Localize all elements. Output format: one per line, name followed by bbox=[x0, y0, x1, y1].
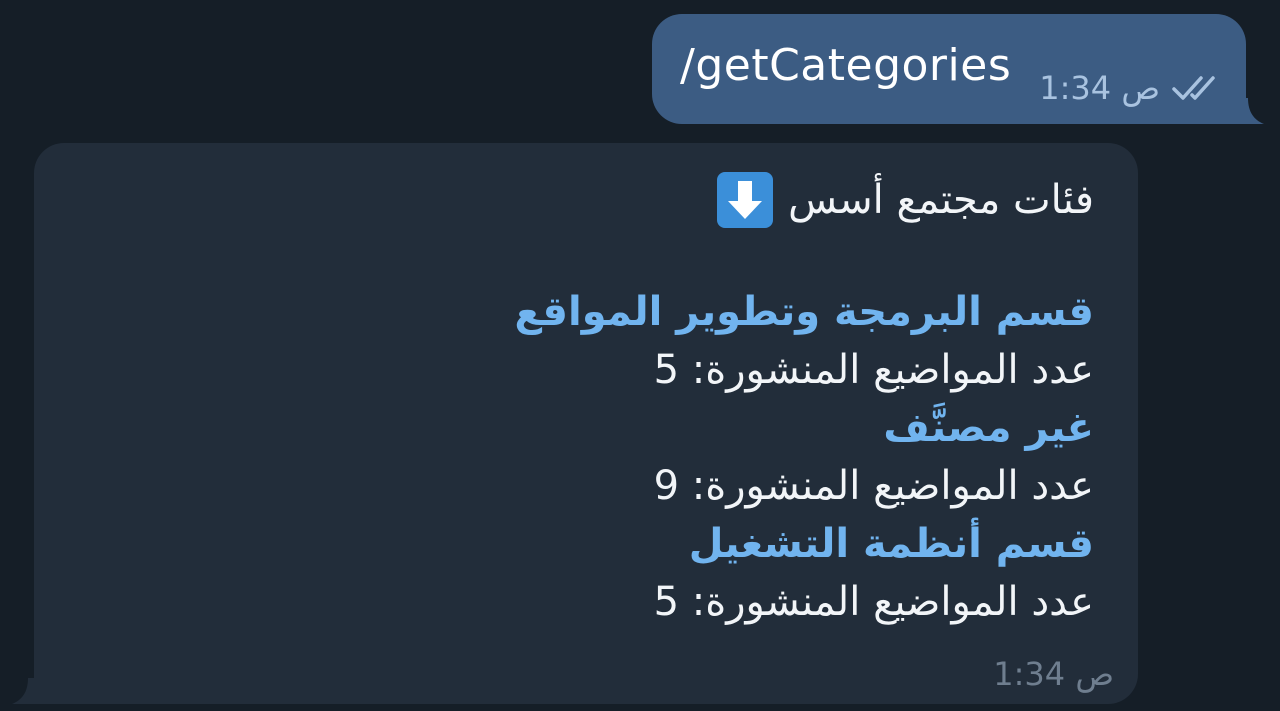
outgoing-message-time: 1:34 ص bbox=[1039, 69, 1160, 107]
category-title[interactable]: قسم البرمجة وتطوير المواقع bbox=[94, 283, 1094, 341]
incoming-message-bubble[interactable]: فئات مجتمع أسس قسم البرمجة وتطوير المواق… bbox=[34, 143, 1138, 704]
category-count: عدد المواضيع المنشورة: 9 bbox=[653, 463, 1094, 509]
down-arrow-emoji-icon bbox=[716, 171, 774, 229]
incoming-bubble-tail bbox=[12, 678, 40, 704]
double-check-icon bbox=[1172, 73, 1224, 103]
incoming-message-time: 1:34 ص bbox=[993, 655, 1114, 693]
message-header: فئات مجتمع أسس bbox=[94, 171, 1094, 229]
category-title[interactable]: غير مصنَّف bbox=[94, 399, 1094, 457]
message-header-text: فئات مجتمع أسس bbox=[788, 177, 1094, 223]
category-count: عدد المواضيع المنشورة: 5 bbox=[653, 347, 1094, 393]
chat-area: /getCategories 1:34 ص فئات مجتمع أسس قسم… bbox=[0, 0, 1280, 711]
outgoing-message-bubble[interactable]: /getCategories 1:34 ص bbox=[652, 14, 1246, 124]
incoming-message-content: فئات مجتمع أسس قسم البرمجة وتطوير المواق… bbox=[94, 171, 1094, 631]
outgoing-bubble-tail bbox=[1236, 98, 1264, 124]
category-title[interactable]: قسم أنظمة التشغيل bbox=[94, 515, 1094, 573]
outgoing-message-meta: 1:34 ص bbox=[1039, 72, 1224, 104]
outgoing-message-text: /getCategories bbox=[680, 40, 1012, 91]
category-count: عدد المواضيع المنشورة: 5 bbox=[653, 579, 1094, 625]
